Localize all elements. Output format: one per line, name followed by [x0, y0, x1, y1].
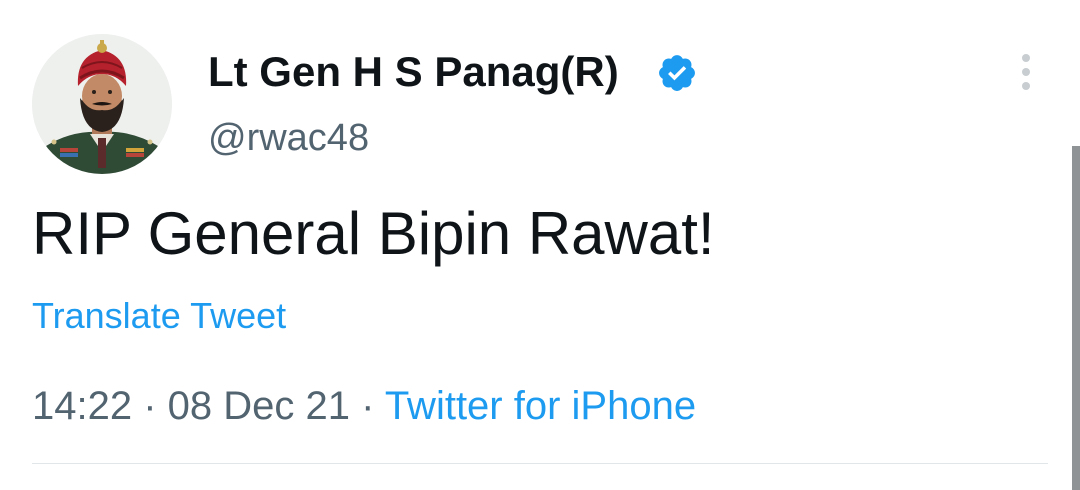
user-handle[interactable]: @rwac48 [208, 112, 369, 164]
tweet-card: Lt Gen H S Panag(R) @rwac48 RIP General … [0, 0, 1080, 490]
display-name[interactable]: Lt Gen H S Panag(R) [208, 44, 619, 100]
meta-separator: · [350, 384, 385, 428]
tweet-time[interactable]: 14:22 [32, 384, 132, 428]
divider [32, 463, 1048, 464]
avatar-photo [32, 34, 172, 174]
meta-separator: · [132, 384, 168, 428]
verified-badge-icon [659, 55, 695, 91]
tweet-meta: 14:22 · 08 Dec 21 · Twitter for iPhone [32, 378, 696, 434]
avatar[interactable] [32, 34, 172, 174]
tweet-text: RIP General Bipin Rawat! [32, 200, 715, 267]
translate-tweet-link[interactable]: Translate Tweet [32, 292, 286, 340]
tweet-date[interactable]: 08 Dec 21 [168, 384, 350, 428]
more-options-icon[interactable] [1012, 54, 1040, 94]
tweet-source-link[interactable]: Twitter for iPhone [385, 384, 696, 428]
scrollbar[interactable] [1072, 146, 1080, 490]
